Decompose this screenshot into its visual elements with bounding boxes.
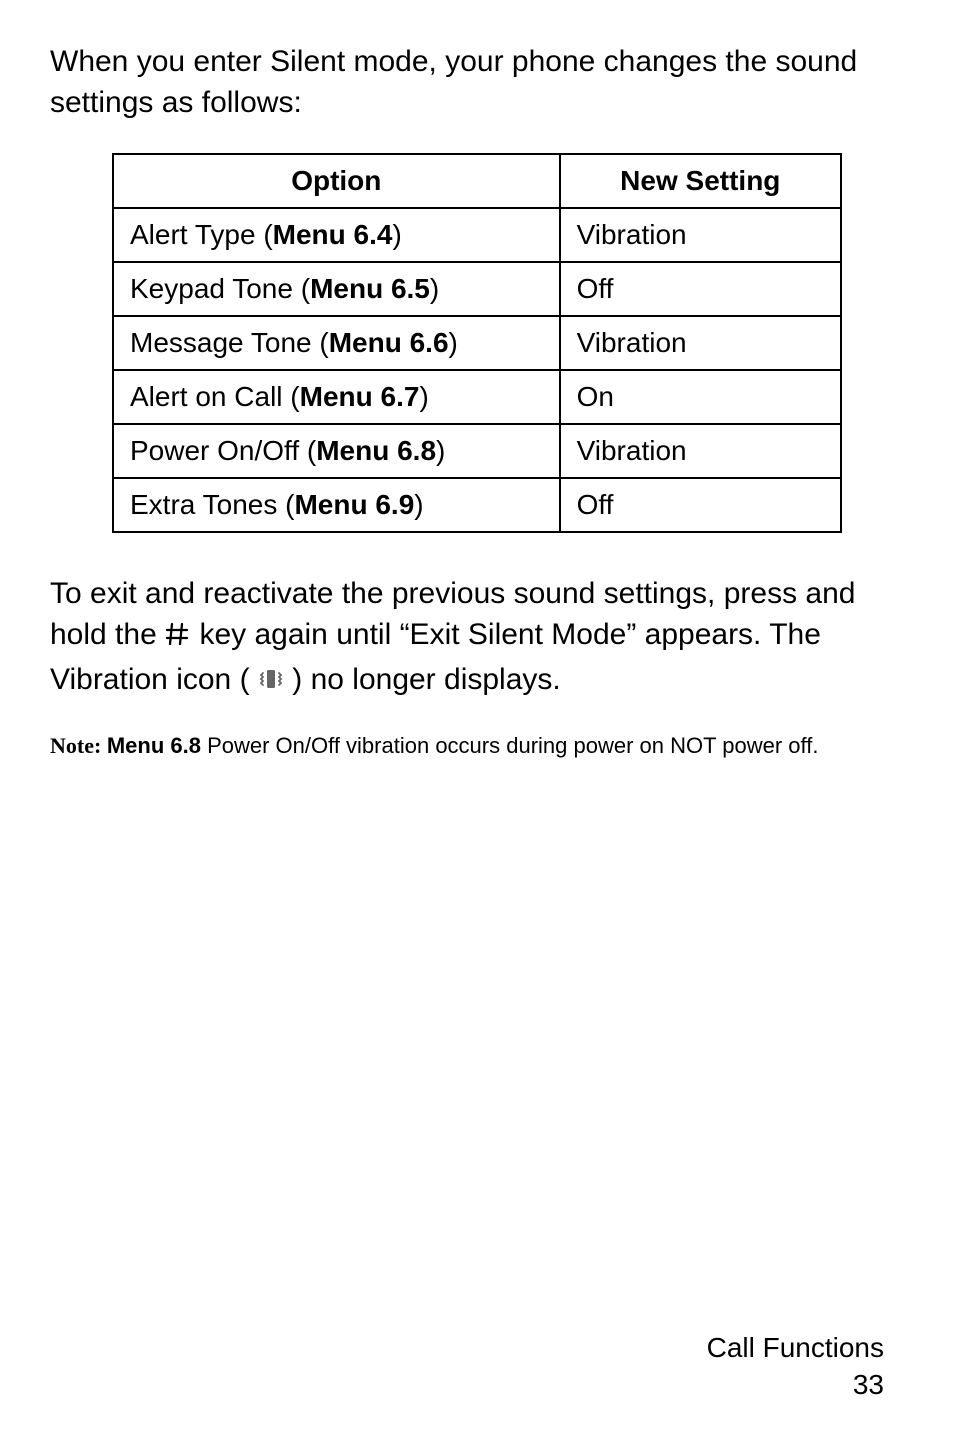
note-menu: Menu 6.8 — [107, 733, 201, 758]
exit-part3: ) no longer displays. — [292, 663, 560, 696]
option-cell: Alert on Call (Menu 6.7) — [113, 370, 560, 424]
option-cell: Power On/Off (Menu 6.8) — [113, 424, 560, 478]
opt-post: ) — [392, 219, 401, 250]
opt-pre: Alert Type ( — [130, 219, 273, 250]
opt-pre: Keypad Tone ( — [130, 273, 310, 304]
opt-post: ) — [436, 435, 445, 466]
setting-cell: Vibration — [560, 208, 841, 262]
intro-paragraph: When you enter Silent mode, your phone c… — [50, 42, 904, 123]
exit-paragraph: To exit and reactivate the previous soun… — [50, 573, 904, 703]
opt-bold: Menu 6.5 — [310, 273, 430, 304]
table-row: Extra Tones (Menu 6.9) Off — [113, 478, 841, 532]
opt-post: ) — [430, 273, 439, 304]
opt-pre: Power On/Off ( — [130, 435, 316, 466]
header-option: Option — [113, 154, 560, 208]
vibration-icon — [258, 662, 284, 703]
opt-bold: Menu 6.9 — [294, 489, 414, 520]
silent-mode-settings-table: Option New Setting Alert Type (Menu 6.4)… — [112, 153, 842, 533]
note-label: Note: — [50, 733, 107, 758]
setting-cell: On — [560, 370, 841, 424]
table-row: Message Tone (Menu 6.6) Vibration — [113, 316, 841, 370]
opt-bold: Menu 6.7 — [300, 381, 420, 412]
option-cell: Keypad Tone (Menu 6.5) — [113, 262, 560, 316]
setting-cell: Vibration — [560, 316, 841, 370]
footer-section: Call Functions — [707, 1330, 884, 1366]
option-cell: Extra Tones (Menu 6.9) — [113, 478, 560, 532]
page: When you enter Silent mode, your phone c… — [0, 0, 954, 1433]
option-cell: Alert Type (Menu 6.4) — [113, 208, 560, 262]
table-row: Alert Type (Menu 6.4) Vibration — [113, 208, 841, 262]
table-row: Alert on Call (Menu 6.7) On — [113, 370, 841, 424]
setting-cell: Off — [560, 478, 841, 532]
opt-post: ) — [414, 489, 423, 520]
opt-post: ) — [419, 381, 428, 412]
table-row: Power On/Off (Menu 6.8) Vibration — [113, 424, 841, 478]
opt-pre: Message Tone ( — [130, 327, 329, 358]
opt-bold: Menu 6.4 — [273, 219, 393, 250]
opt-post: ) — [449, 327, 458, 358]
opt-pre: Extra Tones ( — [130, 489, 294, 520]
note-paragraph: Note: Menu 6.8 Power On/Off vibration oc… — [50, 731, 904, 761]
opt-bold: Menu 6.6 — [329, 327, 449, 358]
setting-cell: Vibration — [560, 424, 841, 478]
hash-key-icon — [165, 617, 191, 658]
table-header-row: Option New Setting — [113, 154, 841, 208]
page-footer: Call Functions 33 — [707, 1330, 884, 1403]
note-rest: Power On/Off vibration occurs during pow… — [201, 733, 819, 758]
header-new-setting: New Setting — [560, 154, 841, 208]
option-cell: Message Tone (Menu 6.6) — [113, 316, 560, 370]
setting-cell: Off — [560, 262, 841, 316]
table-row: Keypad Tone (Menu 6.5) Off — [113, 262, 841, 316]
opt-pre: Alert on Call ( — [130, 381, 300, 412]
opt-bold: Menu 6.8 — [316, 435, 436, 466]
footer-page-number: 33 — [707, 1367, 884, 1403]
